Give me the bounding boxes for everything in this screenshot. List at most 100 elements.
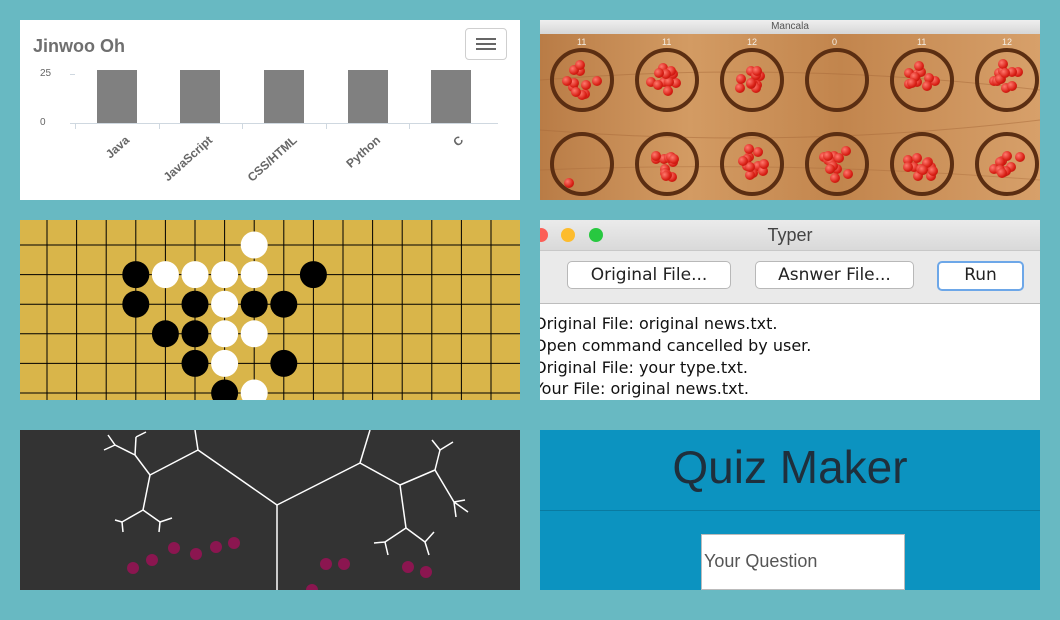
x-tick-label: Python <box>343 133 383 171</box>
stone <box>996 167 1007 178</box>
wood-texture <box>540 20 1040 200</box>
go-panel <box>20 220 520 400</box>
bottom-pit[interactable] <box>975 132 1039 196</box>
stone <box>652 80 663 91</box>
x-axis <box>70 123 498 124</box>
stone <box>922 81 933 92</box>
white-stone <box>240 320 268 348</box>
stone <box>1015 152 1026 163</box>
black-stone <box>181 290 209 318</box>
answer-file-button[interactable]: Asnwer File... <box>755 261 914 289</box>
white-stone <box>240 231 268 259</box>
stone <box>580 79 591 90</box>
hamburger-menu-button[interactable] <box>465 28 507 60</box>
console-line: Your File: original news.txt. <box>540 379 749 398</box>
pit-count: 0 <box>832 37 838 47</box>
hamburger-icon <box>476 38 496 40</box>
stone <box>903 161 914 172</box>
pit-count: 11 <box>917 37 927 47</box>
fractal-tree-canvas <box>103 430 469 590</box>
pit-count: 11 <box>577 37 587 47</box>
top-pit[interactable] <box>550 48 614 112</box>
x-tick <box>325 123 327 129</box>
quiz-title: Quiz Maker <box>672 441 908 493</box>
black-stone <box>211 379 239 400</box>
white-stone <box>240 379 268 400</box>
original-file-button[interactable]: Original File... <box>567 261 731 289</box>
top-pit[interactable] <box>635 48 699 112</box>
top-pit[interactable] <box>805 48 869 112</box>
stone <box>753 146 764 157</box>
y-tick <box>70 73 75 75</box>
white-stone <box>211 349 239 377</box>
window-title: Typer <box>540 220 1040 251</box>
hamburger-icon-line <box>476 43 496 45</box>
stone <box>745 78 756 89</box>
bar[interactable] <box>347 70 388 123</box>
white-stone <box>211 320 239 348</box>
stone <box>912 153 923 164</box>
board-grid <box>20 220 520 400</box>
stone <box>751 66 762 77</box>
bottom-pit[interactable] <box>805 132 869 196</box>
bottom-pit[interactable] <box>720 132 784 196</box>
bar[interactable] <box>264 70 304 123</box>
brand-title[interactable]: Jinwoo Oh <box>33 36 125 57</box>
maximize-window-button[interactable] <box>589 228 603 242</box>
black-stone <box>181 320 209 348</box>
white-stone <box>181 261 209 289</box>
black-stone <box>181 349 209 377</box>
x-tick <box>158 123 160 129</box>
top-pit[interactable] <box>720 48 784 112</box>
stone <box>830 172 841 183</box>
quiz-maker-panel: Quiz Maker Your Question <box>540 430 1040 590</box>
stone <box>822 150 833 161</box>
bottom-pit[interactable] <box>890 132 954 196</box>
console-line: Open command cancelled by user. <box>540 336 812 355</box>
bar[interactable] <box>431 70 472 123</box>
pit-count: 11 <box>662 37 672 47</box>
pit-count: 12 <box>1002 37 1013 47</box>
hamburger-icon-line <box>476 48 496 50</box>
bar[interactable] <box>180 70 221 123</box>
white-stone <box>240 261 268 289</box>
bottom-pit[interactable] <box>635 132 699 196</box>
stone <box>564 178 574 188</box>
stone <box>668 153 679 164</box>
stone <box>758 158 769 169</box>
x-tick-label: Java <box>102 133 132 162</box>
divider <box>540 510 1040 511</box>
go-board[interactable] <box>20 220 520 400</box>
run-button[interactable]: Run <box>937 261 1024 291</box>
bottom-pit[interactable] <box>550 132 614 196</box>
stone <box>928 165 939 176</box>
top-pit[interactable] <box>975 48 1039 112</box>
x-tick <box>409 123 411 129</box>
x-tick-label: CSS/HTML <box>244 133 300 185</box>
black-stone <box>122 290 150 318</box>
stone <box>591 75 602 86</box>
fractal-tree-panel <box>20 430 520 590</box>
black-stone <box>151 320 179 348</box>
portfolio-panel: Jinwoo Oh 25 0 Java JavaScript CSS/HTML Pytho… <box>20 20 520 200</box>
white-stone <box>211 290 239 318</box>
top-pit[interactable] <box>890 48 954 112</box>
bar[interactable] <box>96 70 137 123</box>
window-title: Mancala <box>540 20 1040 34</box>
stone <box>571 86 582 97</box>
mancala-panel: Mancala 11 11 12 0 11 12 <box>540 20 1040 200</box>
x-tick <box>75 123 76 129</box>
black-stone <box>270 290 298 318</box>
stone <box>737 155 748 166</box>
black-stone <box>299 261 327 289</box>
x-tick-label: JavaScript <box>160 133 216 185</box>
pit-count: 12 <box>747 37 758 47</box>
stone <box>561 75 572 86</box>
question-input[interactable]: Your Question <box>701 534 905 590</box>
x-tick <box>242 123 244 129</box>
stone <box>843 168 854 179</box>
minimize-window-button[interactable] <box>561 228 575 242</box>
console-output: Original File: original news.txt. Open c… <box>540 304 1040 400</box>
stone <box>824 164 835 175</box>
black-stone <box>122 261 150 289</box>
